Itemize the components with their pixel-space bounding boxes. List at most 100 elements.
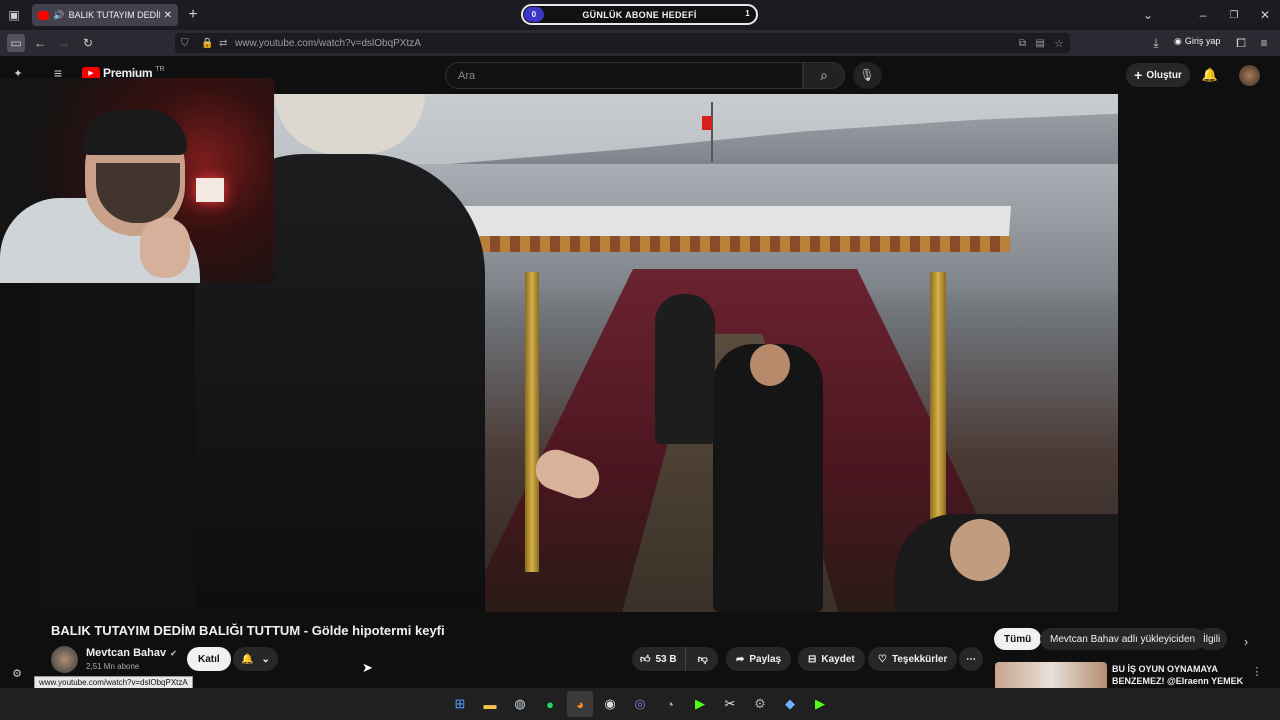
search-input[interactable]: Ara	[445, 62, 803, 89]
extensions-icon[interactable]: ⧠	[1232, 34, 1250, 52]
obs-icon[interactable]: ◉	[597, 691, 623, 717]
share-button[interactable]: ➦ Paylaş	[726, 647, 792, 671]
spotify-icon[interactable]: ●	[537, 691, 563, 717]
channel-name-row[interactable]: Mevtcan Bahav ✔	[86, 647, 177, 659]
recommendation-thumbnail[interactable]	[995, 662, 1107, 688]
chip-all-label: Tümü	[1004, 633, 1032, 645]
video-title: BALIK TUTAYIM DEDİM BALIĞI TUTTUM - Göld…	[51, 623, 445, 638]
subscriber-count: 2,51 Mn abone	[86, 662, 140, 671]
menu-icon[interactable]: ≡	[1255, 34, 1273, 52]
clock-app-icon[interactable]: ◔	[657, 691, 683, 717]
streamer-hair	[82, 110, 187, 155]
person-center-face	[750, 344, 790, 386]
audio-icon[interactable]: 🔊	[53, 10, 64, 21]
save-button[interactable]: ⊟ Kaydet	[798, 647, 865, 671]
permissions-icon[interactable]: ⇄	[219, 38, 227, 49]
video-player[interactable]	[195, 94, 1118, 612]
search-button[interactable]: ⌕	[803, 62, 845, 89]
download-icon[interactable]: ⤓	[1147, 34, 1165, 52]
save-label: Kaydet	[821, 653, 855, 665]
join-button[interactable]: Katıl	[187, 647, 231, 671]
capcut-icon[interactable]: ✂	[717, 691, 743, 717]
dislike-button[interactable]: 👎︎	[691, 653, 715, 665]
bell-icon: 🔔	[241, 653, 254, 665]
url-text: www.youtube.com/watch?v=dslObqPXtzA	[235, 37, 421, 49]
tab-title: BALIK TUTAYIM DEDİM BALIĞI TUTTUM	[68, 10, 160, 20]
thanks-label: Teşekkürler	[891, 653, 948, 665]
account-icon: ◉	[1174, 36, 1182, 46]
beanie	[275, 94, 425, 154]
notifications-bell-icon[interactable]: 🔔	[1201, 66, 1219, 84]
share-label: Paylaş	[749, 653, 782, 665]
like-count: 53 B	[655, 653, 677, 665]
microphone-icon: 🎙	[859, 68, 875, 82]
more-horizontal-icon: ⋯	[966, 653, 976, 665]
firefox-icon[interactable]: ◕	[567, 691, 593, 717]
search-icon: ⌕	[820, 66, 828, 83]
tab-list-icon[interactable]: ▣	[5, 6, 23, 24]
avatar[interactable]	[1239, 65, 1260, 86]
signin-label: Giriş yap	[1184, 36, 1221, 46]
settings-gear-icon[interactable]: ⚙	[8, 664, 26, 682]
kick-studio-icon[interactable]: ▶	[807, 691, 833, 717]
voice-search-button[interactable]: 🎙	[853, 62, 882, 89]
webcam-overlay	[0, 78, 274, 283]
notification-settings-button[interactable]: 🔔 ⌄	[233, 647, 278, 671]
thanks-button[interactable]: ♡ Teşekkürler	[868, 647, 958, 671]
channel-name[interactable]: Mevtcan Bahav	[86, 647, 166, 659]
bookmark-star-icon[interactable]: ☆	[1054, 37, 1064, 50]
app-icon[interactable]: ◆	[777, 691, 803, 717]
url-bar[interactable]: ⛉ 🔒 ⇄ www.youtube.com/watch?v=dslObqPXtz…	[175, 33, 1070, 53]
browser-tab[interactable]: 🔊 BALIK TUTAYIM DEDİM BALIĞI TUTTUM ✕	[32, 4, 178, 26]
chip-related[interactable]: İlgili	[1197, 628, 1227, 650]
signin-button[interactable]: ◉ Giriş yap	[1174, 36, 1220, 47]
chip-related-label: İlgili	[1203, 633, 1221, 645]
chevron-down-icon[interactable]: ⌄	[1139, 6, 1157, 24]
goal-current: 0	[524, 7, 544, 22]
restore-icon[interactable]: ❐	[1225, 6, 1243, 24]
taskbar: ⊞ ▬ ◍ ● ◕ ◉ ◎ ◔ ▶ ✂ ⚙ ◆ ▶	[0, 688, 1280, 720]
thanks-heart-icon: ♡	[878, 653, 887, 665]
kick-icon[interactable]: ▶	[687, 691, 713, 717]
turkish-flag	[702, 116, 712, 130]
lock-icon[interactable]: 🔒	[201, 38, 213, 49]
chevron-right-icon[interactable]: ›	[1237, 632, 1255, 650]
minimize-icon[interactable]: –	[1194, 6, 1212, 24]
forward-icon[interactable]: →	[55, 34, 73, 52]
windows-start-icon[interactable]: ⊞	[447, 691, 473, 717]
channel-avatar[interactable]	[51, 646, 78, 673]
goal-label: GÜNLÜK ABONE HEDEFİ	[582, 9, 697, 20]
chip-from-uploader[interactable]: Mevtcan Bahav adlı yükleyiciden	[1040, 628, 1206, 650]
bookmark-icon: ⊟	[808, 653, 817, 665]
distant-hills	[425, 113, 1118, 166]
pip-icon[interactable]: ⧉	[1019, 38, 1026, 49]
recommendation-title[interactable]: BU İŞ OYUN OYNAMAYA BENZEMEZ! @Elraenn Y…	[1112, 663, 1248, 688]
create-button[interactable]: + Oluştur	[1126, 63, 1190, 87]
plus-icon: +	[1134, 67, 1143, 83]
subscriber-goal-overlay: 0 GÜNLÜK ABONE HEDEFİ 1	[521, 4, 758, 25]
sidebar-icon[interactable]: ▭	[7, 34, 25, 52]
verified-icon: ✔	[170, 648, 177, 658]
new-tab-icon[interactable]: +	[184, 6, 202, 24]
steam-icon[interactable]: ◍	[507, 691, 533, 717]
discord-icon[interactable]: ◎	[627, 691, 653, 717]
more-vertical-icon[interactable]: ⋮	[1248, 662, 1266, 680]
left-pillar	[525, 272, 539, 572]
reader-icon[interactable]: ▤	[1036, 38, 1045, 49]
streamer-hand	[140, 218, 190, 278]
flag-pole	[711, 102, 713, 162]
more-actions-button[interactable]: ⋯	[959, 647, 983, 671]
window-close-icon[interactable]: ✕	[1256, 6, 1274, 24]
chevron-down-icon: ⌄	[261, 653, 270, 665]
chip-all[interactable]: Tümü	[994, 628, 1042, 650]
join-label: Katıl	[198, 653, 220, 665]
settings-app-icon[interactable]: ⚙	[747, 691, 773, 717]
logo-region: TR	[155, 66, 165, 73]
browser-tab-bar: ▣ 🔊 BALIK TUTAYIM DEDİM BALIĞI TUTTUM ✕ …	[0, 0, 1280, 30]
back-icon[interactable]: ←	[31, 34, 49, 52]
close-tab-icon[interactable]: ✕	[164, 10, 172, 21]
reload-icon[interactable]: ↻	[79, 34, 97, 52]
like-button[interactable]: 👍︎ 53 B	[632, 647, 686, 671]
shield-icon[interactable]: ⛉	[181, 38, 189, 49]
file-explorer-icon[interactable]: ▬	[477, 691, 503, 717]
